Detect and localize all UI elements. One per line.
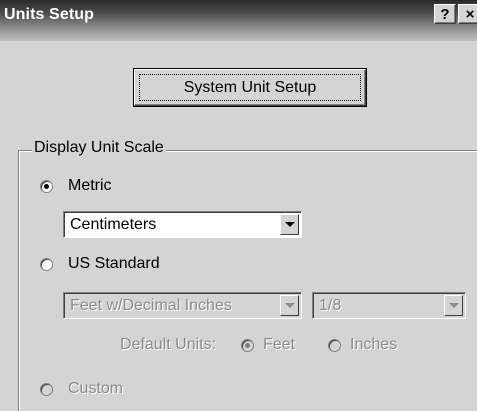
metric-radio[interactable] [40,180,53,193]
fraction-dropdown[interactable]: 1/8 [312,292,466,319]
us-units-dropdown[interactable]: Feet w/Decimal Inches [63,292,302,319]
help-button[interactable]: ? [434,4,456,24]
default-units-label: Default Units: [120,336,217,353]
inches-label: Inches [350,336,398,353]
system-unit-setup-button[interactable]: System Unit Setup [134,69,366,106]
metric-label: Metric [68,177,112,194]
custom-label: Custom [68,380,124,397]
chevron-down-icon[interactable] [444,295,463,316]
display-unit-scale-label: Display Unit Scale [32,139,166,157]
close-button[interactable]: × [458,4,477,24]
feet-label: Feet [263,336,296,353]
chevron-down-icon[interactable] [280,295,299,316]
us-standard-radio[interactable] [40,258,53,271]
custom-radio[interactable] [40,383,53,396]
fraction-value: 1/8 [319,297,342,314]
focus-rectangle [139,74,361,101]
chevron-down-icon[interactable] [280,214,299,235]
feet-radio[interactable] [241,339,254,352]
metric-units-dropdown[interactable]: Centimeters [63,211,302,238]
window-title: Units Setup [4,6,94,23]
us-units-value: Feet w/Decimal Inches [70,297,232,314]
inches-radio[interactable] [328,339,341,352]
us-standard-label: US Standard [68,255,160,272]
title-bar: Units Setup ? × [0,0,477,41]
metric-units-value: Centimeters [70,216,157,233]
